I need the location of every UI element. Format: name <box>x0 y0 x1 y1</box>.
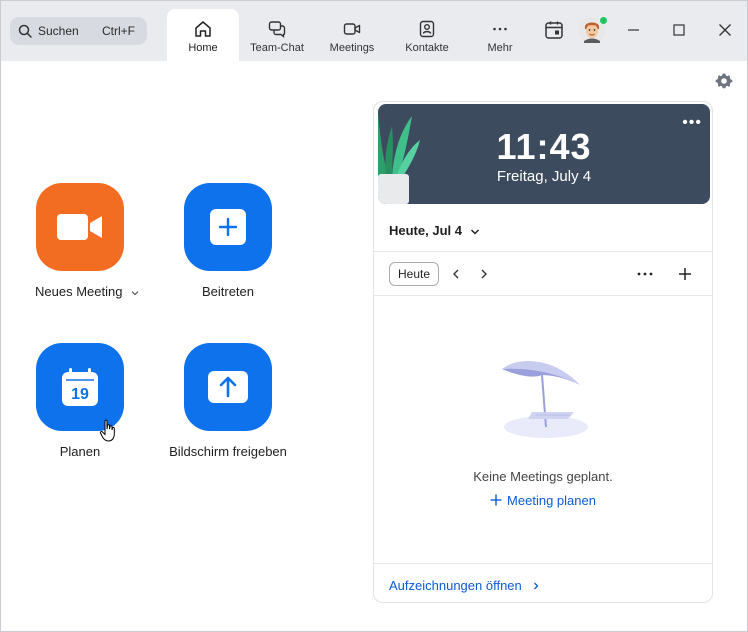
plus-icon <box>210 209 246 245</box>
chat-icon <box>268 21 286 38</box>
tab-mehr[interactable]: Mehr <box>464 9 536 61</box>
tab-meetings[interactable]: Meetings <box>316 9 388 61</box>
close-icon[interactable] <box>714 19 736 41</box>
presence-status-dot <box>599 16 608 25</box>
minimize-icon[interactable] <box>623 19 645 41</box>
today-button[interactable]: Heute <box>389 262 439 286</box>
more-options-icon[interactable] <box>636 267 654 281</box>
tab-team-chat[interactable]: Team-Chat <box>241 9 313 61</box>
clock-time: 11:43 <box>496 126 592 167</box>
calendar-icon: 19 <box>62 368 98 406</box>
chevron-down-icon[interactable] <box>130 289 140 297</box>
home-icon <box>195 21 211 37</box>
schedule-label: Planen <box>59 444 101 459</box>
calendar-widget-icon[interactable] <box>543 19 565 41</box>
tab-team-chat-label: Team-Chat <box>250 42 304 54</box>
tab-kontakte-label: Kontakte <box>405 42 449 54</box>
share-screen-button[interactable] <box>184 343 272 431</box>
chevron-down-icon <box>470 229 479 235</box>
tab-mehr-label: Mehr <box>487 42 513 54</box>
tab-home[interactable]: Home <box>167 9 239 61</box>
search-box[interactable]: Suchen Ctrl+F <box>10 17 147 45</box>
share-upload-icon <box>208 371 248 403</box>
join-button[interactable] <box>184 183 272 271</box>
top-bar: Suchen Ctrl+F Home Team-Chat Meetings Ko… <box>1 1 747 61</box>
new-meeting-label[interactable]: Neues Meeting <box>35 284 140 299</box>
chevron-right-icon <box>534 582 539 590</box>
no-meetings-text: Keine Meetings geplant. <box>473 469 613 484</box>
divider <box>374 251 712 252</box>
tab-kontakte[interactable]: Kontakte <box>391 9 463 61</box>
search-shortcut: Ctrl+F <box>102 24 135 38</box>
join-label: Beitreten <box>201 284 255 299</box>
banner-more-button[interactable]: ••• <box>682 114 702 132</box>
calendar-panel: 11:43 Freitag, July 4 ••• Heute, Jul 4 H… <box>373 101 713 603</box>
new-meeting-button[interactable] <box>36 183 124 271</box>
maximize-icon[interactable] <box>668 19 690 41</box>
add-icon[interactable] <box>677 266 693 282</box>
calendar-day-number: 19 <box>71 386 89 403</box>
search-icon <box>18 24 32 38</box>
clock-banner: 11:43 Freitag, July 4 ••• <box>378 104 710 204</box>
day-header-text: Heute, Jul 4 <box>389 223 462 238</box>
contacts-icon <box>419 20 435 38</box>
chevron-left-icon[interactable] <box>448 265 464 283</box>
avatar[interactable] <box>579 16 608 43</box>
divider <box>374 563 712 564</box>
settings-gear-icon[interactable] <box>715 72 733 90</box>
chevron-right-icon[interactable] <box>476 265 492 283</box>
open-recordings-link[interactable]: Aufzeichnungen öffnen <box>389 578 541 593</box>
app-window: Suchen Ctrl+F Home Team-Chat Meetings Ko… <box>0 0 748 632</box>
day-selector[interactable]: Heute, Jul 4 <box>389 223 480 238</box>
schedule-meeting-text: Meeting planen <box>507 493 596 508</box>
video-icon <box>343 23 361 35</box>
schedule-button[interactable]: 19 <box>36 343 124 431</box>
beach-umbrella-illustration <box>502 361 588 438</box>
new-meeting-text: Neues Meeting <box>35 284 123 299</box>
share-screen-label: Bildschirm freigeben <box>169 444 287 459</box>
search-label: Suchen <box>38 24 79 38</box>
schedule-meeting-link[interactable]: Meeting planen <box>374 493 712 508</box>
tab-meetings-label: Meetings <box>329 42 375 54</box>
more-icon <box>493 27 507 31</box>
video-camera-icon <box>57 214 102 240</box>
hand-cursor-icon <box>99 419 115 442</box>
clock-date: Freitag, July 4 <box>496 168 592 185</box>
divider <box>374 295 712 296</box>
plus-icon <box>490 494 502 506</box>
open-recordings-text: Aufzeichnungen öffnen <box>389 578 522 593</box>
tab-home-label: Home <box>188 42 218 54</box>
